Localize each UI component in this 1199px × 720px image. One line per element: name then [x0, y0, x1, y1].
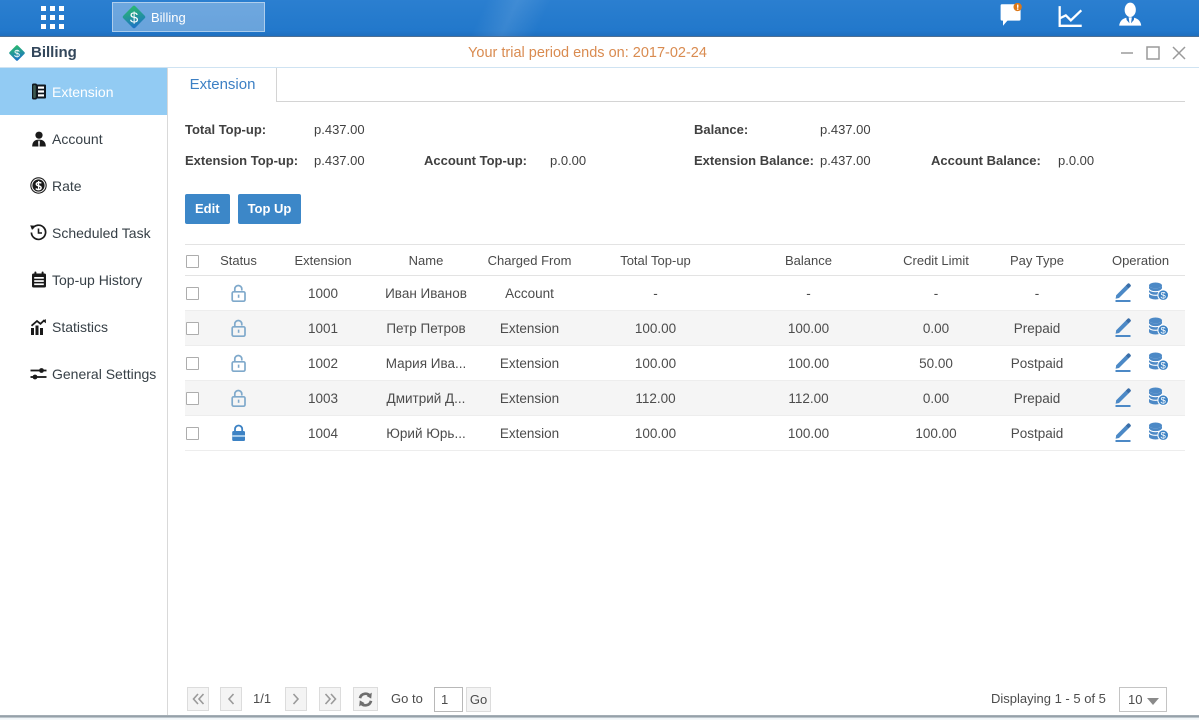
- svg-text:$: $: [1160, 396, 1166, 406]
- svg-text:$: $: [1160, 291, 1166, 301]
- svg-text:$: $: [1160, 326, 1166, 336]
- svg-text:$: $: [1160, 431, 1166, 441]
- svg-text:$: $: [1160, 361, 1166, 371]
